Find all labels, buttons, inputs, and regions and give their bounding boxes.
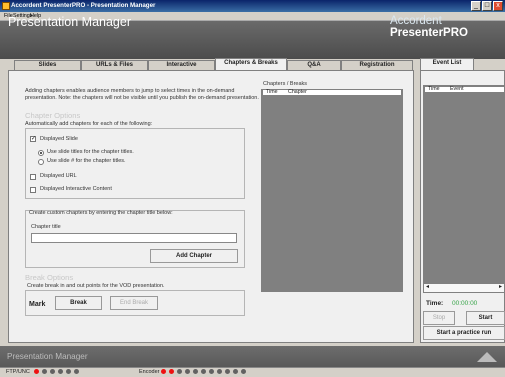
encoder-status-light — [225, 369, 230, 374]
start-button[interactable]: Start — [466, 311, 505, 325]
time-column-header: Time — [266, 89, 278, 95]
page-title: Presentation Manager — [8, 15, 131, 29]
stop-button[interactable]: Stop — [423, 311, 455, 325]
displayed-slide-checkbox[interactable]: ✓ — [30, 136, 36, 142]
brand-logo: Accordent PresenterPRO — [390, 15, 505, 39]
maximize-button[interactable]: □ — [482, 1, 492, 11]
break-options-heading: Break Options — [25, 273, 74, 282]
ftp-status-label: FTP/UNC — [6, 369, 30, 375]
chapter-options-heading: Chapter Options — [25, 111, 81, 120]
displayed-url-checkbox[interactable] — [30, 174, 36, 180]
encoder-status-light — [201, 369, 206, 374]
tab-event-list[interactable]: Event List — [420, 58, 474, 70]
break-options-label: Create break in and out points for the V… — [27, 283, 165, 289]
slide-titles-label: Use slide titles for the chapter titles. — [47, 149, 134, 155]
chapter-title-input[interactable] — [31, 233, 237, 243]
ftp-status-light — [66, 369, 71, 374]
encoder-status-light — [177, 369, 182, 374]
break-button[interactable]: Break — [55, 296, 102, 310]
close-button[interactable]: x — [493, 1, 503, 11]
checkmark-icon: ✓ — [31, 136, 37, 142]
event-time-column-header: Time — [428, 86, 440, 92]
encoder-status-light — [193, 369, 198, 374]
chapter-intro-text: Adding chapters enables audience members… — [25, 88, 259, 101]
encoder-status-light — [241, 369, 246, 374]
mark-label: Mark — [29, 301, 46, 308]
chapter-title-label: Chapter title — [31, 224, 61, 230]
encoder-status-red-light — [169, 369, 174, 374]
interactive-content-label: Displayed Interactive Content — [40, 186, 112, 192]
tab-chapters-breaks[interactable]: Chapters & Breaks — [215, 58, 287, 70]
custom-chapter-label: Create custom chapters by entering the c… — [29, 210, 173, 216]
event-list[interactable] — [423, 85, 505, 292]
ftp-status-light — [58, 369, 63, 374]
event-list-header: Time Event — [424, 86, 505, 93]
ftp-status-light — [50, 369, 55, 374]
encoder-status-red-light — [161, 369, 166, 374]
event-list-scrollbar[interactable]: ◂ ▸ — [423, 283, 505, 293]
ftp-status-light — [42, 369, 47, 374]
interactive-content-checkbox[interactable] — [30, 187, 36, 193]
chapter-column-header: Chapter — [288, 89, 307, 95]
ftp-status-light — [74, 369, 79, 374]
presentation-manager-window: Accordent PresenterPRO - Presentation Ma… — [0, 0, 505, 377]
ftp-status-red-light — [34, 369, 39, 374]
tab-interactive[interactable]: Interactive — [148, 60, 215, 70]
add-chapter-button[interactable]: Add Chapter — [150, 249, 238, 263]
tab-qa[interactable]: Q&A — [287, 60, 341, 70]
brand-prefix: Accordent — [390, 15, 442, 27]
scroll-right-icon[interactable]: ▸ — [499, 283, 502, 290]
encoder-status-light — [185, 369, 190, 374]
accordent-logo-icon — [477, 352, 497, 362]
event-column-header: Event — [450, 86, 464, 92]
tab-slides[interactable]: Slides — [14, 60, 81, 70]
displayed-url-label: Displayed URL — [40, 173, 77, 179]
time-label: Time: — [426, 300, 444, 307]
brand-product: PresenterPRO — [390, 27, 468, 39]
slide-number-radio[interactable] — [38, 159, 44, 165]
encoder-status-light — [233, 369, 238, 374]
scroll-left-icon[interactable]: ◂ — [426, 283, 429, 290]
practice-run-button[interactable]: Start a practice run — [423, 326, 505, 340]
app-icon — [2, 2, 10, 10]
minimize-button[interactable]: _ — [471, 1, 481, 11]
slide-titles-radio[interactable] — [38, 150, 44, 156]
time-value: 00:00:00 — [452, 300, 478, 307]
chapters-breaks-heading: Chapters / Breaks — [263, 81, 308, 87]
footer-title: Presentation Manager — [7, 352, 88, 361]
chapters-breaks-list[interactable] — [261, 89, 403, 292]
encoder-status-light — [217, 369, 222, 374]
radio-dot-icon — [40, 152, 42, 154]
end-break-button[interactable]: End Break — [110, 296, 158, 310]
slide-number-label: Use slide # for the chapter titles. — [47, 158, 126, 164]
displayed-slide-label: Displayed Slide — [40, 136, 78, 142]
chapters-breaks-header: Time Chapter — [262, 89, 402, 96]
window-title: Accordent PresenterPRO - Presentation Ma… — [11, 2, 156, 9]
tab-registration[interactable]: Registration — [341, 60, 413, 70]
window-titlebar: Accordent PresenterPRO - Presentation Ma… — [0, 0, 505, 12]
tab-urls-files[interactable]: URLs & Files — [81, 60, 148, 70]
encoder-status-label: Encoder — [139, 369, 160, 375]
auto-chapters-label: Automatically add chapters for each of t… — [25, 121, 153, 127]
encoder-status-light — [209, 369, 214, 374]
